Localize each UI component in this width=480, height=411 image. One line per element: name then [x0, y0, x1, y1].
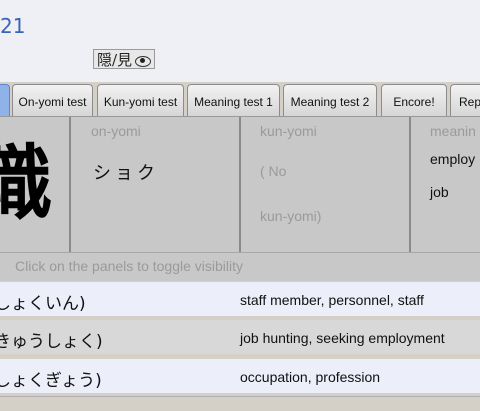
- tab-onyomi-test[interactable]: On-yomi test: [12, 84, 93, 116]
- tab-kunyomi-test[interactable]: Kun-yomi test: [97, 84, 184, 116]
- info-panels: 職 on-yomi ショク kun-yomi ( No kun-yomi) me…: [0, 116, 480, 253]
- word-row[interactable]: きゅうしょく) job hunting, seeking employment: [0, 320, 480, 354]
- word-row[interactable]: しょくいん) staff member, personnel, staff: [0, 282, 480, 316]
- meaning-label: meanin: [430, 123, 476, 139]
- toggle-label: 隠/見: [97, 51, 133, 69]
- word-meaning: occupation, profession: [240, 369, 381, 385]
- meaning-value-line2: job: [430, 184, 449, 200]
- visibility-toggle-button[interactable]: 隠/見: [93, 49, 156, 69]
- panel-hint: Click on the panels to toggle visibility: [0, 252, 480, 281]
- word-reading: きゅうしょく): [0, 332, 103, 352]
- meaning-value-line1: employ: [430, 151, 476, 167]
- tab-meaning-test-2[interactable]: Meaning test 2: [283, 84, 377, 116]
- word-meaning: staff member, personnel, staff: [240, 292, 424, 308]
- onyomi-label: on-yomi: [91, 123, 141, 139]
- kunyomi-label: kun-yomi: [260, 123, 317, 139]
- kanji-panel[interactable]: 職: [0, 117, 71, 252]
- tab-rep[interactable]: Rep: [450, 84, 480, 116]
- hint-text: Click on the panels to toggle visibility: [15, 258, 244, 274]
- header-bar: 21 隠/見: [0, 0, 480, 83]
- kanji-character: 職: [0, 135, 52, 235]
- tab-encore[interactable]: Encore!: [381, 84, 447, 116]
- kunyomi-value-line2: kun-yomi): [260, 208, 322, 224]
- tab-current[interactable]: [0, 84, 10, 116]
- onyomi-value: ショク: [93, 163, 159, 184]
- word-reading: しょくぎょう): [0, 371, 102, 391]
- kunyomi-value-line1: ( No: [260, 163, 287, 179]
- word-reading: しょくいん): [0, 294, 86, 314]
- tab-meaning-test-1[interactable]: Meaning test 1: [187, 84, 280, 116]
- word-row[interactable]: しょくぎょう) occupation, profession: [0, 359, 480, 393]
- word-meaning: job hunting, seeking employment: [240, 330, 445, 346]
- eye-icon: [135, 55, 152, 67]
- meaning-panel[interactable]: meanin employ job: [411, 117, 480, 252]
- tab-bar: On-yomi test Kun-yomi test Meaning test …: [0, 82, 480, 116]
- kunyomi-panel[interactable]: kun-yomi ( No kun-yomi): [241, 117, 411, 252]
- bottom-border: [0, 396, 480, 411]
- kanji-number: 21: [0, 14, 26, 38]
- onyomi-panel[interactable]: on-yomi ショク: [71, 117, 241, 252]
